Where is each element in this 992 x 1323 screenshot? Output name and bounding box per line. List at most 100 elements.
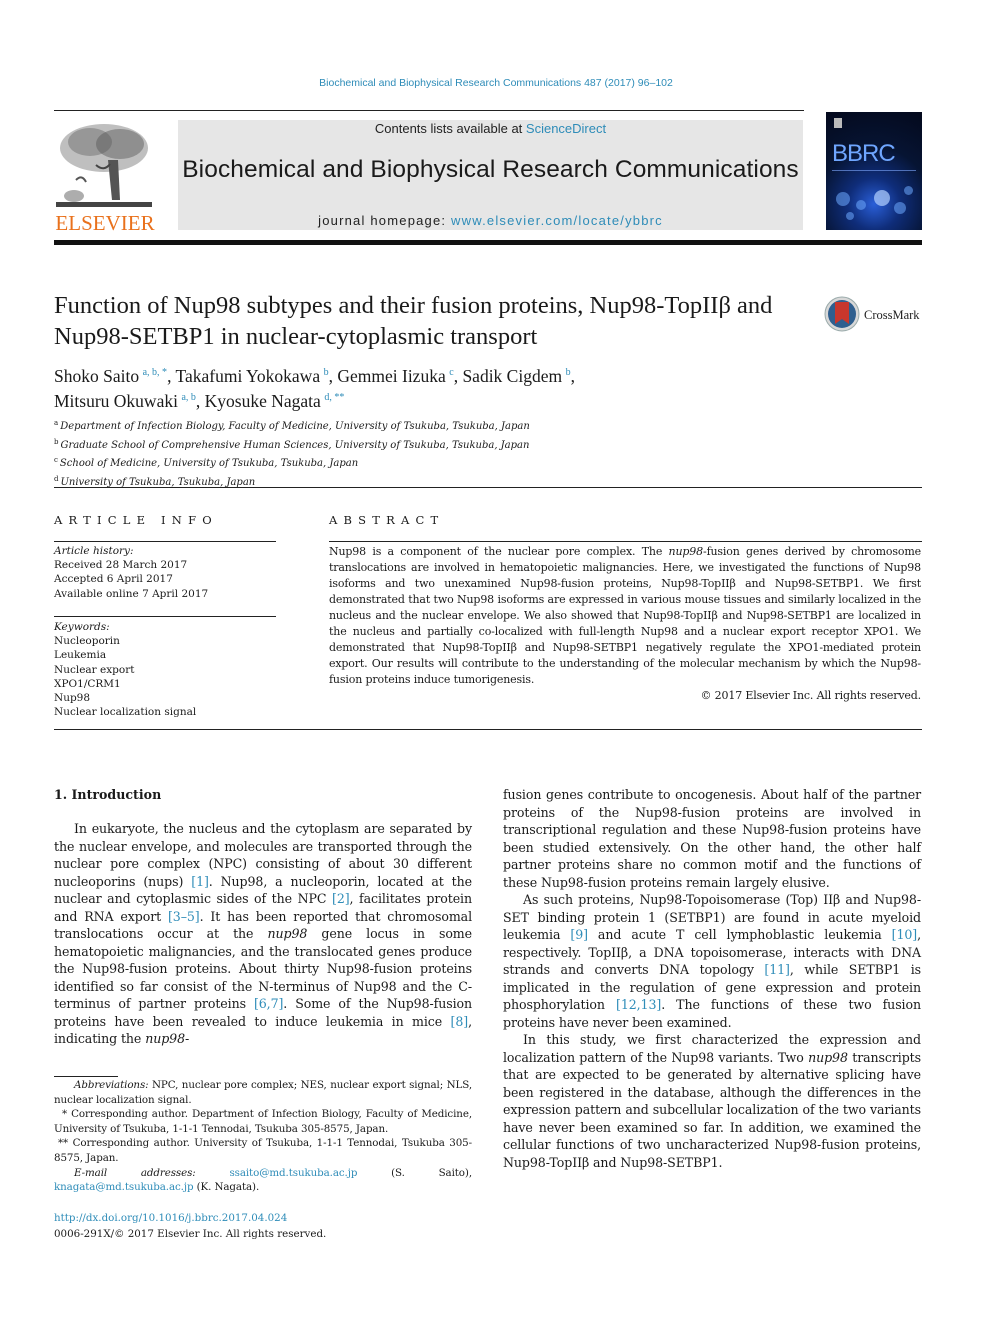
- abstract-gene-name: nup98: [668, 545, 704, 558]
- homepage-prefix: journal homepage:: [318, 213, 452, 228]
- cover-bokeh: [874, 190, 890, 206]
- article-info-rule: [54, 541, 276, 542]
- body-paragraph: As such proteins, Nup98-Topoisomerase (T…: [503, 891, 921, 1031]
- affiliation: b Graduate School of Comprehensive Human …: [54, 435, 654, 454]
- article-title: Function of Nup98 subtypes and their fus…: [54, 292, 773, 350]
- citation-link[interactable]: [1]: [191, 874, 209, 889]
- citation-link[interactable]: [10]: [892, 927, 918, 942]
- author-separator: ,: [195, 391, 205, 411]
- author-list: Shoko Saito a, b, *, Takafumi Yokokawa b…: [54, 362, 814, 412]
- header-rule: [54, 110, 804, 111]
- keyword: Nucleoporin: [54, 635, 120, 648]
- sciencedirect-link[interactable]: ScienceDirect: [526, 121, 606, 136]
- history-accepted: Accepted 6 April 2017: [54, 573, 173, 586]
- keywords: Keywords: Nucleoporin Leukemia Nuclear e…: [54, 620, 276, 719]
- cover-bokeh: [836, 192, 850, 206]
- author[interactable]: Sadik Cigdem b,: [462, 366, 575, 386]
- doi-block: http://dx.doi.org/10.1016/j.bbrc.2017.04…: [54, 1210, 326, 1242]
- affiliation-key: a: [54, 419, 59, 427]
- author-affil-marker[interactable]: a, b: [181, 392, 195, 403]
- author-name: Kyosuke Nagata: [204, 391, 321, 411]
- citation-link[interactable]: [12,13]: [616, 997, 661, 1012]
- email-link[interactable]: knagata@md.tsukuba.ac.jp: [54, 1181, 194, 1193]
- elsevier-wordmark: ELSEVIER: [55, 211, 155, 235]
- citation-link[interactable]: [11]: [764, 962, 790, 977]
- author-name: Shoko Saito: [54, 366, 140, 386]
- affiliations: a Department of Infection Biology, Facult…: [54, 416, 654, 490]
- cover-bokeh: [904, 186, 913, 195]
- abstract-heading: ABSTRACT: [329, 513, 445, 527]
- author-separator: ,: [570, 366, 575, 386]
- affiliation: c School of Medicine, University of Tsuku…: [54, 453, 654, 472]
- article-history-label: Article history:: [54, 545, 134, 557]
- keywords-label: Keywords:: [54, 621, 110, 633]
- keyword: Nuclear export: [54, 663, 135, 676]
- citation-link[interactable]: [2]: [332, 891, 350, 906]
- history-received: Received 28 March 2017: [54, 559, 188, 572]
- cover-title: BBRC: [832, 140, 896, 167]
- text-run: -: [185, 1031, 190, 1046]
- footnote-abbreviations: Abbreviations: NPC, nuclear pore complex…: [54, 1078, 472, 1107]
- abstract-text: Nup98 is a component of the nuclear pore…: [329, 544, 921, 704]
- citation-link[interactable]: [8]: [451, 1014, 469, 1029]
- author-name: Sadik Cigdem: [462, 366, 563, 386]
- cover-subtitle-line: [832, 170, 916, 171]
- footnote-emails: E-mail addresses: ssaito@md.tsukuba.ac.j…: [54, 1166, 472, 1195]
- affiliation-key: c: [54, 456, 58, 465]
- author-separator: ,: [167, 366, 176, 386]
- body-column-left: In eukaryote, the nucleus and the cytopl…: [54, 820, 472, 1048]
- body-column-right: fusion genes contribute to oncogenesis. …: [503, 786, 921, 1171]
- affiliation-key: d: [54, 474, 59, 483]
- author-name: Takafumi Yokokawa: [175, 366, 321, 386]
- text-run: and acute T cell lymphoblastic leukemia: [587, 927, 892, 942]
- citation-link[interactable]: [3–5]: [168, 909, 200, 924]
- author[interactable]: Mitsuru Okuwaki a, b,: [54, 391, 205, 411]
- author-name: Mitsuru Okuwaki: [54, 391, 178, 411]
- affiliation-text: Graduate School of Comprehensive Human S…: [60, 439, 530, 451]
- author[interactable]: Takafumi Yokokawa b,: [176, 366, 338, 386]
- gene-name: nup98: [267, 926, 308, 941]
- footnote-corresponding-2: ** Corresponding author. University of T…: [54, 1137, 472, 1164]
- journal-banner: Contents lists available at ScienceDirec…: [178, 120, 803, 230]
- doi-link[interactable]: http://dx.doi.org/10.1016/j.bbrc.2017.04…: [54, 1210, 326, 1226]
- citation-link[interactable]: [6,7]: [254, 996, 283, 1011]
- keyword: XPO1/CRM1: [54, 677, 121, 690]
- body-paragraph: fusion genes contribute to oncogenesis. …: [503, 786, 921, 891]
- footnote-label: E-mail addresses:: [74, 1166, 196, 1179]
- contents-prefix: Contents lists available at: [374, 121, 526, 136]
- body-paragraph: In this study, we first characterized th…: [503, 1031, 921, 1171]
- footnotes: Abbreviations: NPC, nuclear pore complex…: [54, 1078, 472, 1195]
- header-thick-rule: [54, 240, 922, 245]
- author[interactable]: Gemmei Iizuka c,: [337, 366, 462, 386]
- affiliation-key: b: [54, 437, 59, 446]
- article-history: Article history: Received 28 March 2017 …: [54, 544, 276, 601]
- running-header[interactable]: Biochemical and Biophysical Research Com…: [0, 77, 992, 89]
- crossmark-label: CrossMark: [864, 308, 920, 322]
- citation-link[interactable]: [9]: [570, 927, 588, 942]
- frontmatter-rule: [54, 729, 922, 730]
- email-owner: (K. Nagata).: [193, 1181, 260, 1194]
- author[interactable]: Kyosuke Nagata d, **: [205, 391, 345, 411]
- text-run: transcripts that are expected to be gene…: [503, 1049, 922, 1170]
- email-owner: (S. Saito),: [357, 1166, 472, 1179]
- cover-bokeh: [894, 202, 906, 214]
- article-info-rule: [54, 616, 276, 617]
- abstract-rule: [329, 541, 922, 542]
- history-online: Available online 7 April 2017: [54, 587, 209, 600]
- email-link[interactable]: ssaito@md.tsukuba.ac.jp: [229, 1167, 357, 1179]
- elsevier-logo[interactable]: ELSEVIER: [54, 118, 156, 235]
- crossmark-button[interactable]: CrossMark: [824, 296, 924, 336]
- author-affil-marker[interactable]: a, b, *: [143, 367, 167, 378]
- author[interactable]: Shoko Saito a, b, *,: [54, 366, 176, 386]
- homepage-link[interactable]: www.elsevier.com/locate/ybbrc: [451, 213, 663, 228]
- crossmark-icon: [824, 296, 860, 332]
- cover-bokeh: [846, 212, 854, 220]
- journal-cover[interactable]: BBRC: [826, 112, 922, 230]
- article-info-heading: ARTICLE INFO: [54, 513, 218, 527]
- contents-line: Contents lists available at ScienceDirec…: [178, 121, 803, 136]
- homepage-line: journal homepage: www.elsevier.com/locat…: [178, 213, 803, 228]
- author-affil-marker[interactable]: d, **: [324, 392, 344, 403]
- footnote-label: Abbreviations:: [74, 1079, 149, 1091]
- footnote-corresponding-1: * Corresponding author. Department of In…: [54, 1108, 472, 1135]
- section-heading-introduction: 1. Introduction: [54, 787, 162, 802]
